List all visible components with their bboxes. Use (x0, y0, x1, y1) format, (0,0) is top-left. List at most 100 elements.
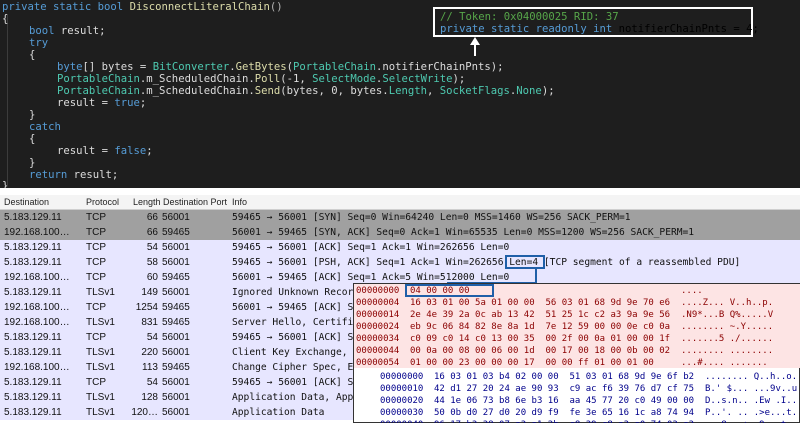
highlight-connector-vertical (535, 268, 537, 282)
code-line-try-open: { (29, 49, 35, 61)
packet-cell-len: 54 (146, 377, 158, 388)
code-text: { (29, 133, 36, 145)
code-line-declare-result: bool result; (29, 25, 106, 37)
packet-cell-dport: 56001 (162, 212, 190, 223)
code-text: result = (57, 97, 115, 109)
packet-cell-len: 60 (146, 272, 158, 283)
packet-cell-info: 59465 → 56001 [SYN] Seq=0 Win=64240 Len=… (232, 212, 631, 223)
client-hex-row-ascii: .......5 ./...... (681, 334, 774, 344)
len-highlight-box (505, 255, 545, 269)
code-text: [] bytes = (82, 61, 153, 73)
packet-cell-len: 113 (142, 362, 158, 373)
column-header-destination-port[interactable]: Destination Port (163, 196, 227, 209)
packet-row[interactable]: 5.183.129.11 TCP 66 56001 59465 → 56001 [SYN… (0, 210, 800, 225)
code-text: () (269, 1, 283, 13)
code-indent-guide (7, 15, 8, 185)
column-header-info[interactable]: Info (232, 196, 247, 209)
type-name: BitConverter (152, 61, 230, 73)
packet-row[interactable]: 5.183.129.11 TCP 54 56001 59465 → 56001 [ACK… (0, 240, 800, 255)
token-comment: // Token: 0x04000025 RID: 37 (440, 11, 619, 23)
client-hex-row-offset: 00000044 (356, 346, 400, 356)
code-line-catch-open: { (29, 133, 35, 145)
client-hex-row-bytes: 01 00 00 23 00 00 00 17 00 00 ff 01 00 0… (410, 358, 654, 368)
packet-cell-dport: 59465 (162, 362, 190, 373)
packet-cell-len: 149 (141, 287, 158, 298)
client-hex-row-offset: 00000054 (356, 358, 400, 368)
packet-cell-dst: 192.168.100… (4, 317, 70, 328)
packet-cell-dst: 192.168.100… (4, 227, 70, 238)
code-line-catch-close: } (29, 157, 35, 169)
packet-cell-len: 58 (146, 257, 158, 268)
method-name: GetBytes (235, 61, 287, 73)
server-hex-row-offset: 00000010 (380, 384, 424, 394)
code-line-return: return result; (29, 169, 118, 181)
code-keyword: byte (57, 61, 83, 73)
server-hex-row-bytes: 44 1e 06 73 b8 6e b3 16 aa 45 77 20 c0 4… (434, 396, 695, 406)
column-header-destination[interactable]: Destination (4, 196, 49, 209)
client-hex-row-ascii: ........ ~.Y..... (681, 322, 774, 332)
code-text: } (2, 180, 9, 188)
packet-cell-dst: 5.183.129.11 (4, 377, 62, 388)
code-text: .notifierChainPnts); (375, 61, 504, 73)
code-line-try: try (29, 37, 48, 49)
code-keyword: try (29, 37, 49, 49)
code-keyword: bool (29, 25, 55, 37)
server-hex-row-ascii: D..s.n.. .Ew .I.. (705, 396, 798, 406)
client-hex-row-offset: 00000004 (356, 298, 400, 308)
code-keyword: true (114, 97, 140, 109)
code-text: .m_ScheduledChain. (139, 73, 255, 85)
code-line-catch: catch (29, 121, 61, 133)
code-line-getbytes: byte[] bytes = BitConverter.GetBytes(Por… (57, 61, 504, 73)
packet-cell-dst: 5.183.129.11 (4, 332, 62, 343)
server-hex-row-ascii: P..'. .. .>e...t. (705, 408, 798, 418)
packet-cell-dport: 56001 (162, 287, 190, 298)
code-keyword: private static bool (2, 1, 124, 13)
packet-cell-dport: 56001 (162, 242, 190, 253)
code-keyword: false (114, 145, 147, 157)
client-hex-row-bytes: c0 09 c0 14 c0 13 00 35 00 2f 00 0a 01 0… (410, 334, 671, 344)
packet-cell-dst: 5.183.129.11 (4, 257, 62, 268)
packet-cell-dst: 192.168.100… (4, 272, 70, 283)
column-header-length[interactable]: Length (133, 196, 161, 209)
packet-cell-len: 66 (146, 227, 158, 238)
packet-cell-dst: 5.183.129.11 (4, 287, 62, 298)
client-hex-row-offset: 00000034 (356, 334, 400, 344)
property-name: Length (388, 85, 427, 97)
server-hex-row-offset: 00000000 (380, 372, 424, 382)
code-line-try-close: } (29, 109, 35, 121)
packet-row[interactable]: 5.183.129.11 TCP 58 56001 59465 → 56001 [PSH… (0, 255, 800, 270)
code-text: notifierChainPnts = 4; (612, 23, 759, 35)
packet-cell-proto: TCP (86, 332, 106, 343)
code-keyword: return (29, 169, 68, 181)
packet-cell-proto: TCP (86, 227, 106, 238)
code-text: } (29, 157, 36, 169)
server-hex-row-bytes: 50 0b d0 27 d0 20 d9 f9 fe 3e 65 16 1c a… (434, 408, 695, 418)
field-declaration: private static readonly int notifierChai… (440, 23, 759, 35)
client-hex-row-offset: 00000024 (356, 322, 400, 332)
code-text: result; (54, 25, 106, 37)
packet-cell-dport: 56001 (162, 392, 190, 403)
server-hex-row-bytes: 16 03 01 03 b4 02 00 00 51 03 01 68 9d 9… (434, 372, 695, 382)
server-hex-row-offset: 00000020 (380, 396, 424, 406)
enum-value: None (516, 85, 542, 97)
enum-value: SelectWrite (382, 73, 453, 85)
column-header-protocol[interactable]: Protocol (86, 196, 119, 209)
packet-cell-proto: TCP (86, 257, 106, 268)
packet-row[interactable]: 192.168.100… TCP 66 59465 56001 → 59465 [SYN… (0, 225, 800, 240)
code-line-send: PortableChain.m_ScheduledChain.Send(byte… (57, 85, 555, 97)
packet-cell-proto: TLSv1 (86, 287, 115, 298)
packet-cell-proto: TLSv1 (86, 392, 115, 403)
server-hex-row-offset: 00000030 (380, 408, 424, 418)
packet-cell-len: 220 (141, 347, 158, 358)
client-hex-row-ascii: ...#.... ....... (681, 358, 768, 368)
packet-cell-info: 56001 → 59465 [SYN, ACK] Seq=0 Ack=1 Win… (232, 227, 695, 238)
type-name: PortableChain (293, 61, 376, 73)
type-name: PortableChain (57, 73, 140, 85)
payload-highlight-box (405, 284, 494, 297)
packet-cell-dport: 59465 (162, 317, 190, 328)
packet-cell-dst: 5.183.129.11 (4, 392, 62, 403)
packet-cell-len: 1254 (135, 302, 158, 313)
packet-cell-dport: 56001 (162, 407, 190, 418)
packet-cell-dst: 5.183.129.11 (4, 347, 62, 358)
type-name: SocketFlags (439, 85, 510, 97)
